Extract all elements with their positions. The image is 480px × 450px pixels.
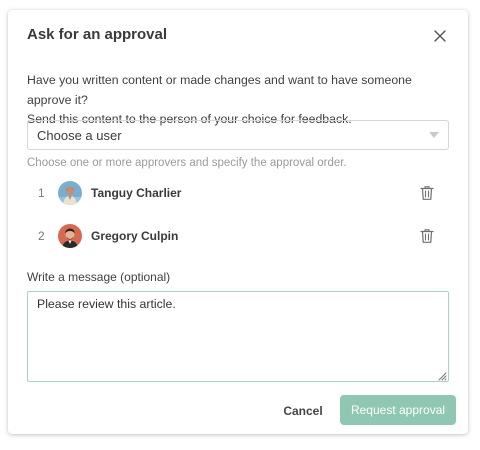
- request-approval-button[interactable]: Request approval: [340, 395, 456, 425]
- intro-line-1: Have you written content or made changes…: [27, 73, 412, 107]
- approvers-hint: Choose one or more approvers and specify…: [27, 157, 347, 169]
- avatar: [58, 224, 82, 248]
- message-text: Please review this article.: [37, 297, 176, 311]
- resize-grip-icon[interactable]: [437, 370, 447, 381]
- trash-icon[interactable]: [420, 185, 434, 201]
- approver-name: Tanguy Charlier: [91, 186, 182, 200]
- approver-name: Gregory Culpin: [91, 229, 179, 243]
- approver-row: 2 Gregory Culpin: [27, 223, 449, 249]
- close-icon[interactable]: [433, 29, 447, 43]
- user-select-placeholder: Choose a user: [37, 128, 122, 143]
- cancel-button[interactable]: Cancel: [273, 396, 333, 426]
- approver-order: 2: [38, 229, 45, 243]
- approver-order: 1: [38, 186, 45, 200]
- chevron-down-icon: [429, 132, 439, 138]
- approval-dialog: Ask for an approval Have you written con…: [8, 10, 468, 434]
- avatar: [58, 181, 82, 205]
- user-select[interactable]: Choose a user: [27, 120, 449, 150]
- dialog-title: Ask for an approval: [27, 26, 168, 43]
- message-textarea[interactable]: Please review this article.: [27, 291, 449, 382]
- message-label: Write a message (optional): [27, 270, 171, 284]
- trash-icon[interactable]: [420, 228, 434, 244]
- approver-row: 1 Tanguy Charlier: [27, 180, 449, 206]
